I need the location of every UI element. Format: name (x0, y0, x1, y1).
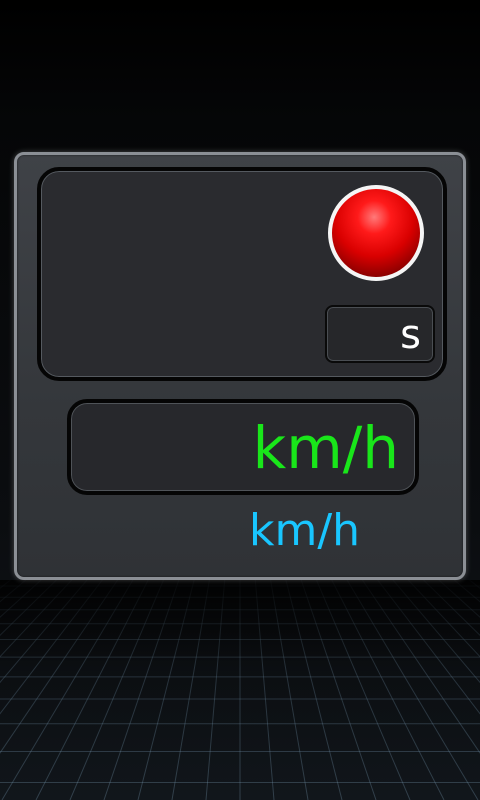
average-speed-unit-label: km/h (249, 505, 361, 556)
current-speed-display: km/h (67, 399, 419, 495)
elapsed-time-field: s (325, 305, 435, 363)
timer-display: s (37, 167, 447, 381)
app-screen: s km/h km/h (0, 0, 480, 800)
seconds-unit-label: s (400, 312, 421, 358)
speedometer-panel: s km/h km/h (14, 152, 466, 580)
grid-floor-background (0, 580, 480, 800)
speed-unit-label: km/h (252, 414, 399, 482)
record-button[interactable] (328, 185, 424, 281)
